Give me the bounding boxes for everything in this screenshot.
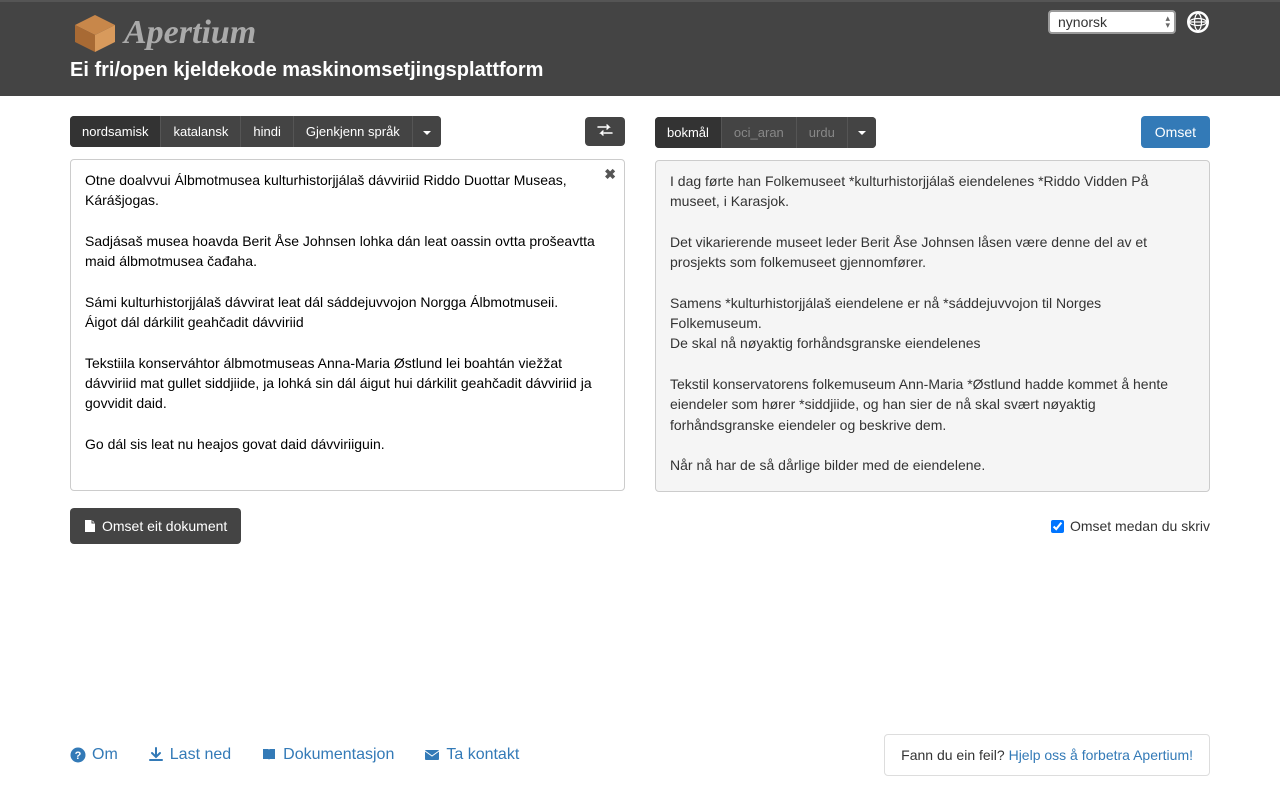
detect-language-button[interactable]: Gjenkjenn språk — [294, 116, 413, 147]
source-lang-hindi[interactable]: hindi — [241, 116, 293, 147]
question-icon: ? — [70, 747, 86, 763]
bug-prompt: Fann du ein feil? — [901, 747, 1008, 763]
translate-button[interactable]: Omset — [1141, 116, 1210, 148]
ui-language-value: nynorsk — [1058, 14, 1107, 30]
envelope-icon — [424, 747, 440, 763]
chevron-down-icon — [423, 131, 431, 135]
box-icon — [70, 10, 120, 55]
target-column: bokmål oci_aran urdu Omset I dag førte h… — [655, 116, 1210, 492]
source-lang-nordsamisk[interactable]: nordsamisk — [70, 116, 161, 147]
source-column: nordsamisk katalansk hindi Gjenkjenn spr… — [70, 116, 625, 492]
svg-text:?: ? — [75, 750, 82, 762]
footer-contact-link[interactable]: Ta kontakt — [424, 746, 519, 764]
footer-docs-link[interactable]: Dokumentasjon — [261, 746, 394, 764]
target-lang-urdu[interactable]: urdu — [797, 117, 848, 148]
footer: ? Om Last ned Dokumentasjon Ta kontakt F… — [0, 716, 1280, 800]
instant-translate-toggle[interactable]: Omset medan du skriv — [1051, 518, 1210, 534]
tagline: Ei fri/open kjeldekode maskinomsetjingsp… — [70, 59, 1210, 82]
brand-name: Apertium — [124, 14, 256, 52]
translate-document-label: Omset eit dokument — [102, 518, 227, 534]
source-textarea[interactable] — [71, 160, 624, 490]
logo[interactable]: Apertium — [70, 10, 256, 55]
header: Apertium nynorsk ▴▾ Ei fri/open kjeldeko… — [0, 0, 1280, 96]
target-lang-oci-aran[interactable]: oci_aran — [722, 117, 797, 148]
source-lang-katalansk[interactable]: katalansk — [161, 116, 241, 147]
target-output: I dag førte han Folkemuseet *kulturhisto… — [656, 161, 1209, 491]
bug-report-box: Fann du ein feil? Hjelp oss å forbetra A… — [884, 734, 1210, 776]
target-lang-group: bokmål oci_aran urdu — [655, 117, 876, 148]
bug-report-link[interactable]: Hjelp oss å forbetra Apertium! — [1009, 747, 1193, 763]
swap-icon — [597, 124, 613, 136]
instant-translate-label: Omset medan du skriv — [1070, 518, 1210, 534]
target-text-box: I dag førte han Folkemuseet *kulturhisto… — [655, 160, 1210, 492]
swap-languages-button[interactable] — [585, 117, 625, 146]
footer-download-link[interactable]: Last ned — [148, 746, 231, 764]
clear-input-button[interactable]: ✖ — [604, 166, 616, 183]
instant-translate-checkbox[interactable] — [1051, 520, 1064, 533]
footer-about-link[interactable]: ? Om — [70, 746, 118, 764]
translate-document-button[interactable]: Omset eit dokument — [70, 508, 241, 544]
target-lang-bokmal[interactable]: bokmål — [655, 117, 722, 148]
book-icon — [261, 747, 277, 763]
source-text-box: ✖ — [70, 159, 625, 491]
chevron-down-icon — [858, 131, 866, 135]
select-arrows-icon: ▴▾ — [1165, 15, 1170, 29]
globe-icon[interactable] — [1186, 10, 1210, 34]
source-lang-more-button[interactable] — [413, 116, 441, 147]
document-icon — [84, 519, 96, 533]
source-lang-group: nordsamisk katalansk hindi Gjenkjenn spr… — [70, 116, 441, 147]
target-lang-more-button[interactable] — [848, 117, 876, 148]
ui-language-select[interactable]: nynorsk ▴▾ — [1048, 10, 1176, 34]
download-icon — [148, 747, 164, 763]
